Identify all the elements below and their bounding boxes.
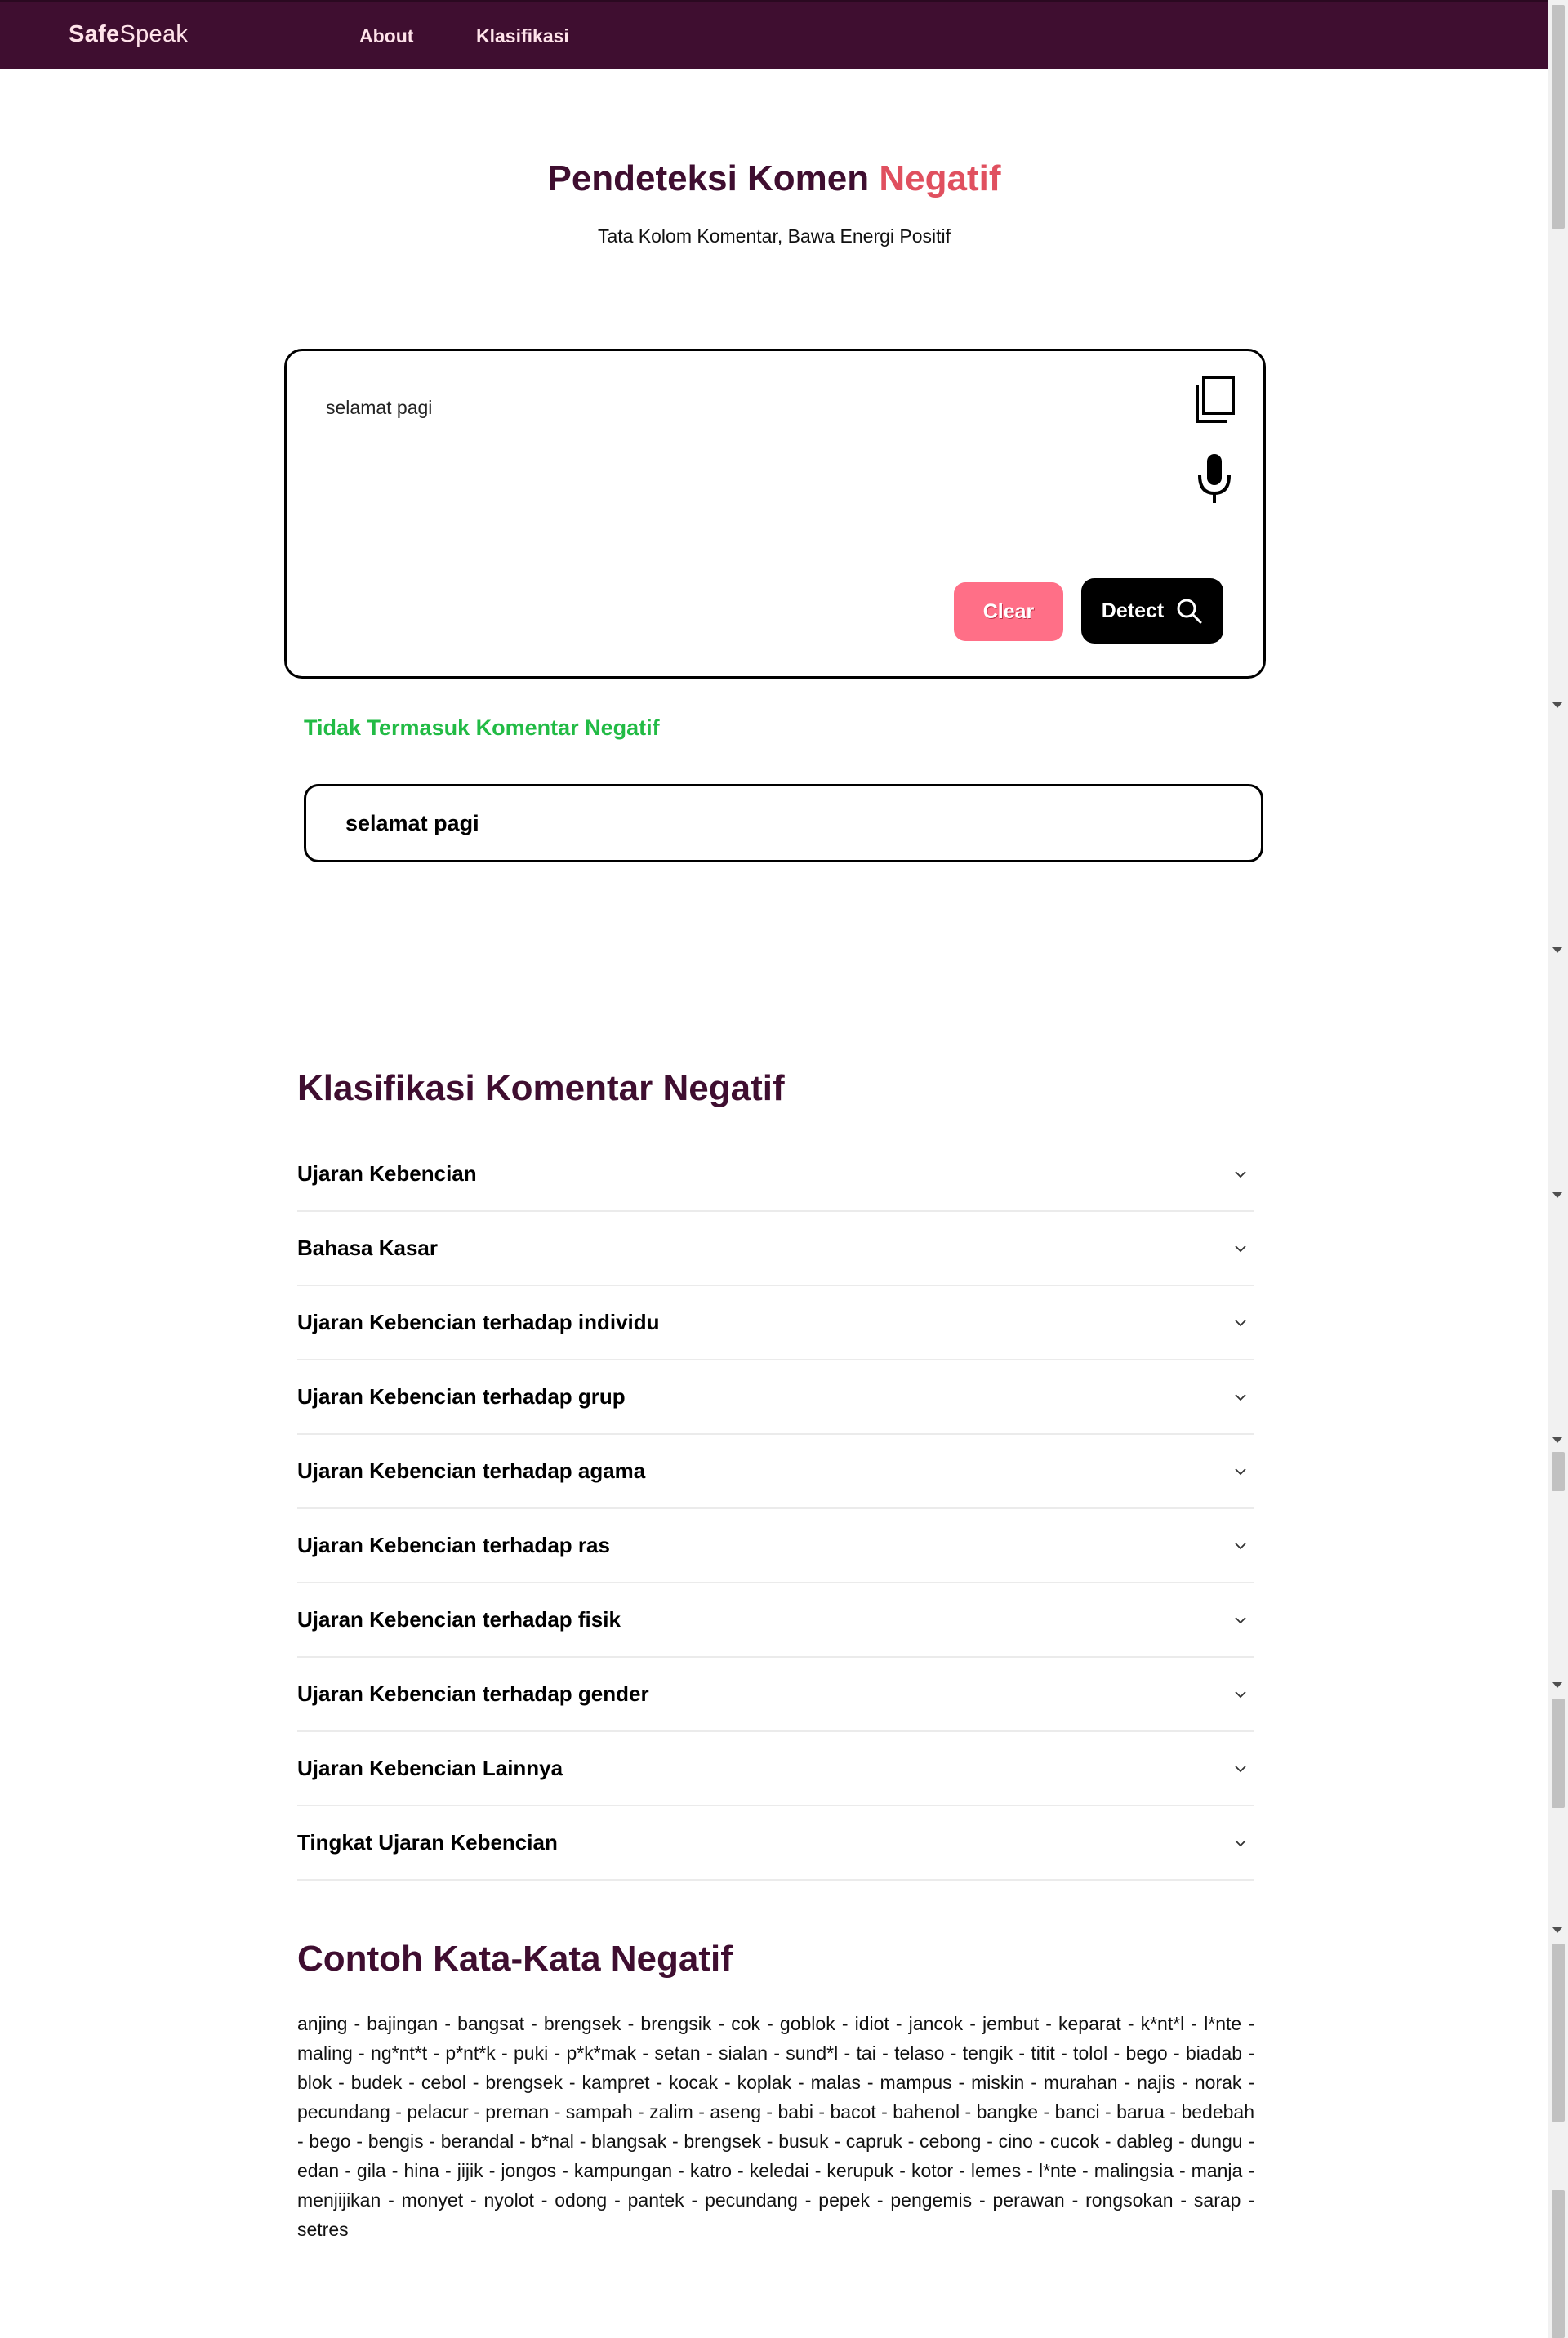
accordion-label: Ujaran Kebencian terhadap gender bbox=[297, 1681, 649, 1706]
navbar: SafeSpeak About Klasifikasi bbox=[0, 0, 1548, 69]
microphone-icon[interactable] bbox=[1195, 452, 1234, 506]
accordion-label: Ujaran Kebencian bbox=[297, 1161, 477, 1186]
accordion-item[interactable]: Ujaran Kebencian bbox=[297, 1138, 1254, 1212]
accordion-label: Ujaran Kebencian terhadap individu bbox=[297, 1310, 660, 1334]
page-title: Pendeteksi Komen Negatif bbox=[0, 158, 1548, 199]
chevron-down-icon bbox=[1235, 1690, 1246, 1698]
chevron-down-icon bbox=[1235, 1616, 1246, 1623]
scroll-down-arrow-icon[interactable] bbox=[1552, 1682, 1562, 1688]
scrollbar-thumb[interactable] bbox=[1552, 1944, 1565, 2122]
scroll-down-arrow-icon[interactable] bbox=[1552, 1437, 1562, 1443]
accordion-label: Ujaran Kebencian terhadap grup bbox=[297, 1384, 626, 1409]
scroll-down-arrow-icon[interactable] bbox=[1552, 947, 1562, 953]
klasifikasi-accordion: Ujaran Kebencian Bahasa Kasar Ujaran Keb… bbox=[297, 1138, 1254, 1881]
accordion-item[interactable]: Ujaran Kebencian terhadap fisik bbox=[297, 1583, 1254, 1658]
chevron-down-icon bbox=[1235, 1467, 1246, 1475]
chevron-down-icon bbox=[1235, 1393, 1246, 1401]
contoh-word-list: anjing - bajingan - bangsat - brengsek -… bbox=[297, 2013, 1254, 2240]
nav-link-about[interactable]: About bbox=[359, 25, 413, 47]
result-text: selamat pagi bbox=[345, 811, 479, 835]
accordion-item[interactable]: Tingkat Ujaran Kebencian bbox=[297, 1806, 1254, 1881]
detect-button-label: Detect bbox=[1101, 599, 1165, 622]
brand-light: Speak bbox=[119, 21, 189, 47]
brand-bold: Safe bbox=[69, 21, 120, 47]
accordion-label: Bahasa Kasar bbox=[297, 1236, 438, 1260]
chevron-down-icon bbox=[1235, 1765, 1246, 1772]
accordion-item[interactable]: Bahasa Kasar bbox=[297, 1212, 1254, 1286]
contoh-title: Contoh Kata-Kata Negatif bbox=[297, 1939, 733, 1979]
page-scrollbar[interactable] bbox=[1548, 0, 1568, 2338]
page-subtitle: Tata Kolom Komentar, Bawa Energi Positif bbox=[597, 225, 951, 247]
result-box: selamat pagi bbox=[304, 784, 1263, 862]
comment-input[interactable]: selamat pagi bbox=[326, 397, 1143, 560]
accordion-item[interactable]: Ujaran Kebencian Lainnya bbox=[297, 1732, 1254, 1806]
nav-link-klasifikasi[interactable]: Klasifikasi bbox=[476, 25, 569, 47]
accordion-item[interactable]: Ujaran Kebencian terhadap agama bbox=[297, 1435, 1254, 1509]
result-status: Tidak Termasuk Komentar Negatif bbox=[304, 715, 660, 740]
accordion-item[interactable]: Ujaran Kebencian terhadap grup bbox=[297, 1360, 1254, 1435]
scrollbar-thumb[interactable] bbox=[1552, 5, 1565, 229]
scroll-down-arrow-icon[interactable] bbox=[1552, 1927, 1562, 1933]
scroll-down-arrow-icon[interactable] bbox=[1552, 702, 1562, 708]
detect-button[interactable]: Detect bbox=[1081, 578, 1223, 644]
chevron-down-icon bbox=[1235, 1319, 1246, 1326]
brand-logo[interactable]: SafeSpeak bbox=[69, 21, 188, 48]
scroll-down-arrow-icon[interactable] bbox=[1552, 1192, 1562, 1198]
search-icon bbox=[1177, 599, 1202, 624]
scrollbar-thumb[interactable] bbox=[1552, 1452, 1565, 1491]
accordion-label: Tingkat Ujaran Kebencian bbox=[297, 1830, 558, 1855]
accordion-label: Ujaran Kebencian terhadap agama bbox=[297, 1458, 646, 1483]
clear-button[interactable]: Clear bbox=[954, 582, 1063, 641]
title-accent: Negatif bbox=[879, 158, 1001, 198]
accordion-label: Ujaran Kebencian terhadap fisik bbox=[297, 1607, 621, 1632]
accordion-item[interactable]: Ujaran Kebencian terhadap individu bbox=[297, 1286, 1254, 1360]
chevron-down-icon bbox=[1235, 1839, 1246, 1846]
accordion-item[interactable]: Ujaran Kebencian terhadap ras bbox=[297, 1509, 1254, 1583]
chevron-down-icon bbox=[1235, 1170, 1246, 1178]
chevron-down-icon bbox=[1235, 1245, 1246, 1252]
chevron-down-icon bbox=[1235, 1542, 1246, 1549]
title-main: Pendeteksi Komen bbox=[547, 158, 870, 198]
klasifikasi-title: Klasifikasi Komentar Negatif bbox=[297, 1068, 785, 1108]
comment-input-card: selamat pagi Clear Detect bbox=[284, 349, 1266, 679]
scrollbar-thumb[interactable] bbox=[1552, 2190, 1565, 2338]
scrollbar-thumb[interactable] bbox=[1552, 1699, 1565, 1808]
accordion-label: Ujaran Kebencian Lainnya bbox=[297, 1756, 564, 1780]
accordion-label: Ujaran Kebencian terhadap ras bbox=[297, 1533, 610, 1557]
accordion-item[interactable]: Ujaran Kebencian terhadap gender bbox=[297, 1658, 1254, 1732]
copy-icon[interactable] bbox=[1189, 374, 1238, 426]
